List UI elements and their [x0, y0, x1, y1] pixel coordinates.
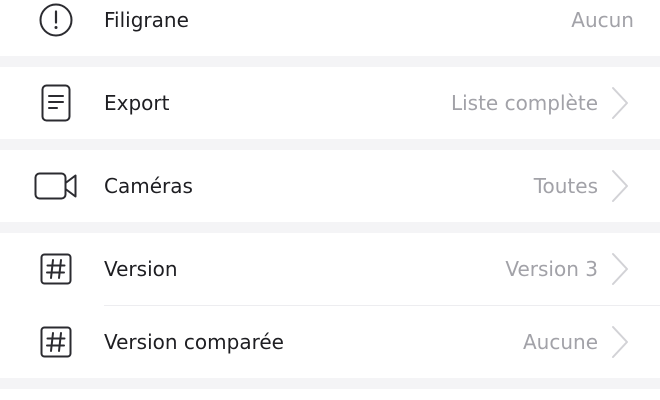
row-label: Version [104, 257, 178, 281]
document-icon [30, 83, 82, 123]
hash-icon [30, 322, 82, 362]
chevron-right-icon [612, 87, 628, 119]
chevron-right-icon [612, 170, 628, 202]
row-label: Caméras [104, 174, 193, 198]
chevron-right-icon [612, 326, 628, 358]
settings-group-watermark: Filigrane Aucun [0, 0, 660, 56]
settings-group-export: Export Liste complète [0, 67, 660, 139]
row-compared-version[interactable]: Version comparée Aucune [0, 306, 660, 378]
row-label: Filigrane [104, 8, 189, 32]
row-export[interactable]: Export Liste complète [0, 67, 660, 139]
row-label: Export [104, 91, 170, 115]
alert-circle-icon [30, 0, 82, 40]
row-value: Version 3 [505, 257, 598, 281]
row-version[interactable]: Version Version 3 [0, 233, 660, 305]
row-value: Aucun [571, 8, 634, 32]
row-value: Toutes [533, 174, 598, 198]
settings-group-versions: Version Version 3 Version comparée Aucun… [0, 233, 660, 378]
settings-screen: Filigrane Aucun Export Liste complète Ca… [0, 0, 660, 400]
row-cameras[interactable]: Caméras Toutes [0, 150, 660, 222]
settings-group-next [0, 389, 660, 400]
row-value: Aucune [522, 330, 598, 354]
row-label: Version comparée [104, 330, 284, 354]
hash-icon [30, 249, 82, 289]
video-camera-icon [30, 166, 82, 206]
row-value: Liste complète [450, 91, 598, 115]
settings-group-cameras: Caméras Toutes [0, 150, 660, 222]
chevron-right-icon [612, 253, 628, 285]
row-watermark[interactable]: Filigrane Aucun [0, 0, 660, 56]
